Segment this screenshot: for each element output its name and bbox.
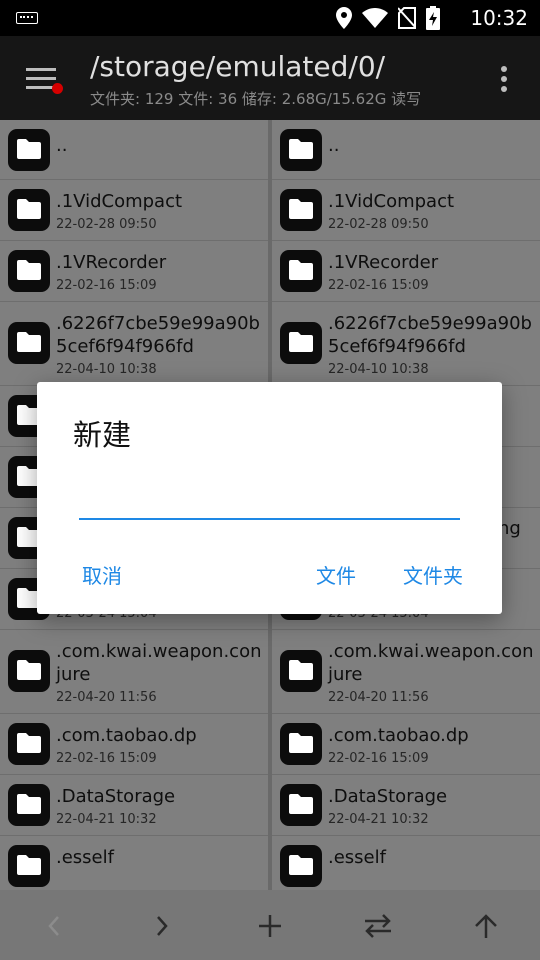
forward-button[interactable] [146, 910, 178, 942]
file-name: .. [56, 135, 68, 156]
folder-icon [8, 723, 50, 765]
file-date: 22-04-20 11:56 [328, 690, 429, 705]
file-name: .DataStorage [328, 786, 448, 807]
battery-charging-icon [426, 6, 440, 30]
file-row[interactable]: .DataStorage 22-04-21 10:32 [0, 775, 268, 836]
folder-icon [8, 250, 50, 292]
file-name: .esself [328, 847, 386, 868]
menu-button[interactable] [22, 64, 63, 94]
folder-icon [8, 784, 50, 826]
file-row[interactable]: .esself [272, 836, 540, 890]
cancel-button[interactable]: 取消 [82, 560, 122, 589]
file-name: .com.kwai.weapon.conjure [56, 641, 262, 685]
folder-icon [8, 129, 50, 171]
file-name: .6226f7cbe59e99a90b5cef6f94f966fd [328, 313, 532, 357]
file-row[interactable]: .6226f7cbe59e99a90b5cef6f94f966fd 22-04-1… [272, 302, 540, 386]
file-name: .esself [56, 847, 114, 868]
file-row[interactable]: .6226f7cbe59e99a90b5cef6f94f966fd 22-04-1… [0, 302, 268, 386]
chevron-left-icon [48, 916, 59, 936]
file-date: 22-02-28 09:50 [56, 217, 157, 232]
plus-icon [259, 915, 281, 937]
location-icon [336, 7, 352, 29]
file-date: 22-02-16 15:09 [328, 751, 429, 766]
wifi-icon [362, 8, 388, 28]
file-row[interactable]: .DataStorage 22-04-21 10:32 [272, 775, 540, 836]
file-name: .1VRecorder [328, 252, 439, 273]
file-name: .com.taobao.dp [328, 725, 469, 746]
new-item-dialog: 新建 取消 文件 文件夹 [37, 382, 502, 614]
file-row[interactable]: .com.kwai.weapon.conjure 22-04-20 11:56 [0, 630, 268, 714]
storage-stats: 文件夹: 129 文件: 36 储存: 2.68G/15.62G 读写 [90, 90, 422, 108]
file-date: 22-02-16 15:09 [328, 278, 429, 293]
add-button[interactable] [254, 910, 286, 942]
file-row[interactable]: .. [272, 120, 540, 180]
file-row[interactable]: .1VRecorder 22-02-16 15:09 [0, 241, 268, 302]
back-button[interactable] [38, 910, 70, 942]
status-icons [336, 6, 440, 30]
status-bar: 10:32 [0, 0, 540, 36]
folder-icon [280, 784, 322, 826]
folder-icon [8, 189, 50, 231]
file-name: .1VRecorder [56, 252, 167, 273]
file-name: .com.kwai.weapon.conjure [328, 641, 534, 685]
file-row[interactable]: .. [0, 120, 268, 180]
file-row[interactable]: .com.taobao.dp 22-02-16 15:09 [0, 714, 268, 775]
file-name: .1VidCompact [328, 191, 455, 212]
current-path: /storage/emulated/0/ [90, 50, 386, 83]
folder-icon [280, 129, 322, 171]
file-name: .. [328, 135, 340, 156]
file-row[interactable]: .com.taobao.dp 22-02-16 15:09 [272, 714, 540, 775]
up-button[interactable] [470, 910, 502, 942]
file-name: .1VidCompact [56, 191, 183, 212]
file-date: 22-04-20 11:56 [56, 690, 157, 705]
file-name: .DataStorage [56, 786, 176, 807]
file-row[interactable]: .esself [0, 836, 268, 890]
new-folder-button[interactable]: 文件夹 [403, 560, 463, 589]
file-name: .6226f7cbe59e99a90b5cef6f94f966fd [56, 313, 260, 357]
folder-icon [280, 250, 322, 292]
file-row[interactable]: .1VidCompact 22-02-28 09:50 [0, 180, 268, 241]
file-date: 22-02-28 09:50 [328, 217, 429, 232]
file-date: 22-02-16 15:09 [56, 751, 157, 766]
new-file-button[interactable]: 文件 [316, 560, 356, 589]
folder-icon [280, 189, 322, 231]
folder-icon [8, 322, 50, 364]
folder-icon [280, 723, 322, 765]
arrow-up-icon [475, 914, 497, 938]
file-date: 22-04-21 10:32 [56, 812, 157, 827]
file-date: 22-04-21 10:32 [328, 812, 429, 827]
file-row[interactable]: .1VidCompact 22-02-28 09:50 [272, 180, 540, 241]
bottom-bar [0, 890, 540, 960]
file-date: 22-04-10 10:38 [328, 362, 429, 377]
file-name: .com.taobao.dp [56, 725, 197, 746]
toolbar: /storage/emulated/0/ 文件夹: 129 文件: 36 储存:… [0, 36, 540, 120]
keyboard-icon [16, 12, 38, 24]
dialog-title: 新建 [73, 418, 132, 452]
file-row[interactable]: .com.kwai.weapon.conjure 22-04-20 11:56 [272, 630, 540, 714]
swap-button[interactable] [362, 910, 394, 942]
folder-icon [280, 322, 322, 364]
more-options-icon[interactable] [494, 64, 514, 94]
status-time: 10:32 [470, 6, 528, 30]
swap-icon [365, 914, 391, 938]
file-date: 22-04-10 10:38 [56, 362, 157, 377]
file-row[interactable]: .1VRecorder 22-02-16 15:09 [272, 241, 540, 302]
no-sim-icon [398, 7, 416, 29]
notification-dot-icon [52, 83, 63, 94]
folder-icon [280, 650, 322, 692]
folder-icon [8, 845, 50, 887]
file-date: 22-02-16 15:09 [56, 278, 157, 293]
folder-icon [8, 650, 50, 692]
folder-icon [280, 845, 322, 887]
name-input[interactable] [79, 478, 460, 520]
chevron-right-icon [157, 916, 168, 936]
